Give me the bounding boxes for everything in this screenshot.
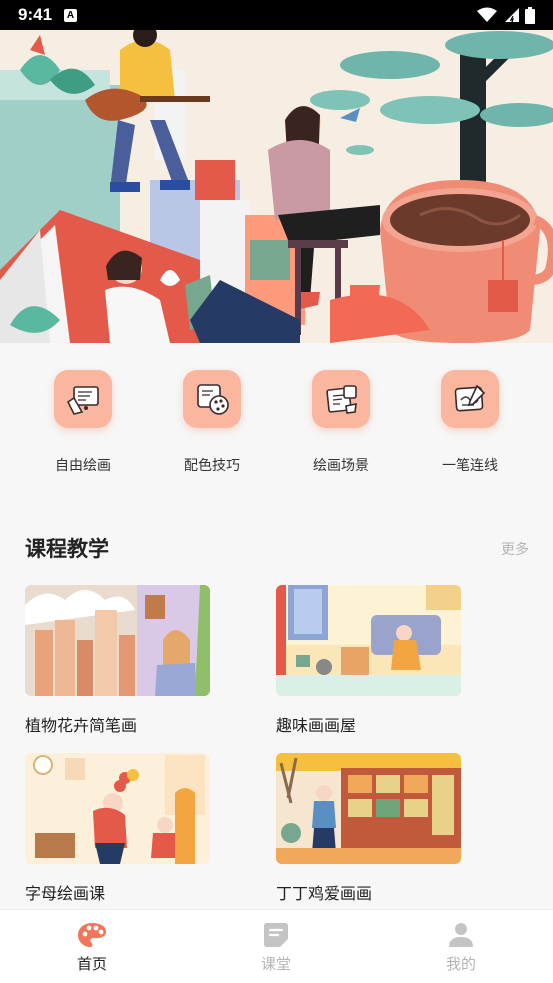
- hero-illustration: [0, 30, 553, 343]
- palette-icon: [183, 370, 241, 428]
- course-title: 植物花卉简笔画: [25, 716, 138, 735]
- course-title: 趣味画画屋: [276, 716, 357, 735]
- category-label: 自由绘画: [55, 458, 111, 474]
- status-icons: [477, 6, 535, 24]
- bottom-tab-bar: 首页 课堂 我的: [0, 909, 553, 983]
- course-thumbnail: [25, 585, 210, 696]
- course-card[interactable]: 趣味画画屋: [276, 585, 461, 736]
- course-card[interactable]: 植物花卉简笔画: [25, 585, 210, 736]
- category-label: 配色技巧: [184, 458, 240, 474]
- course-card[interactable]: 丁丁鸡爱画画: [276, 753, 461, 904]
- tab-classroom[interactable]: 课堂: [236, 922, 316, 974]
- line-icon: [441, 370, 499, 428]
- course-title: 丁丁鸡爱画画: [276, 884, 373, 903]
- course-thumbnail: [25, 753, 210, 864]
- course-title: 字母绘画课: [25, 884, 106, 903]
- battery-icon: [525, 6, 535, 24]
- category-drawing-scene[interactable]: 绘画场景: [281, 370, 401, 475]
- course-section-header: 课程教学 更多: [0, 527, 553, 567]
- category-color-tips[interactable]: 配色技巧: [152, 370, 272, 475]
- more-link[interactable]: 更多: [501, 539, 529, 559]
- status-time: 9:41: [18, 5, 53, 24]
- tab-label: 首页: [76, 955, 107, 973]
- free-draw-icon: [54, 370, 112, 428]
- category-label: 一笔连线: [442, 458, 498, 474]
- category-label: 绘画场景: [313, 458, 369, 474]
- scene-icon: [312, 370, 370, 428]
- course-thumbnail: [276, 585, 461, 696]
- note-icon: [264, 923, 288, 947]
- tab-label: 课堂: [260, 955, 291, 973]
- tab-mine[interactable]: 我的: [421, 922, 501, 974]
- hero-banner[interactable]: [0, 30, 553, 343]
- signal-icon: [505, 8, 519, 23]
- course-thumbnail: [276, 753, 461, 864]
- tab-label: 我的: [445, 955, 476, 973]
- category-row: 自由绘画 配色技巧 绘画场景 一笔连线: [0, 343, 553, 503]
- category-one-stroke[interactable]: 一笔连线: [410, 370, 530, 475]
- section-title: 课程教学: [25, 537, 109, 561]
- tab-home[interactable]: 首页: [52, 922, 132, 974]
- course-card[interactable]: 字母绘画课: [25, 753, 210, 904]
- user-icon: [449, 923, 473, 947]
- wifi-icon: [477, 7, 497, 22]
- notification-a-icon: A: [64, 8, 78, 22]
- status-bar: 9:41 A: [0, 0, 553, 30]
- category-free-draw[interactable]: 自由绘画: [23, 370, 143, 475]
- palette-icon: [78, 923, 106, 947]
